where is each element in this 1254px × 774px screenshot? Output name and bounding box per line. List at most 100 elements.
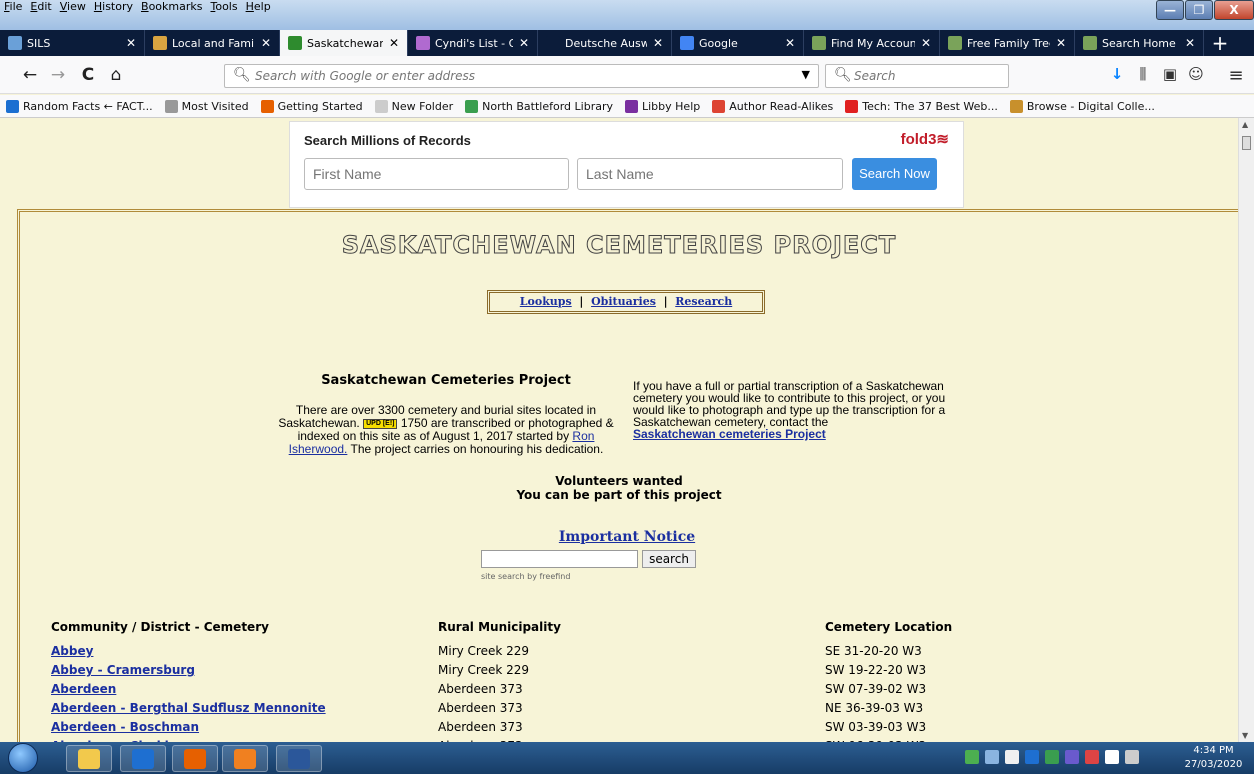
- close-icon[interactable]: ✕: [519, 36, 529, 50]
- home-button[interactable]: ⌂: [104, 64, 128, 86]
- search-bar[interactable]: 🔍︎: [825, 64, 1009, 88]
- tray-network-icon[interactable]: [965, 750, 979, 764]
- close-icon[interactable]: ✕: [261, 36, 271, 50]
- minimize-button[interactable]: —: [1156, 0, 1184, 20]
- browser-tab[interactable]: Cyndi's List - Ge ✕: [408, 30, 538, 56]
- bookmark-item[interactable]: Random Facts ← FACT...: [0, 99, 159, 113]
- cemetery-link[interactable]: Aberdeen: [51, 682, 116, 696]
- start-button[interactable]: [8, 743, 38, 773]
- browser-tab[interactable]: Google ✕: [672, 30, 804, 56]
- hamburger-menu-icon[interactable]: ≡: [1226, 65, 1246, 86]
- taskbar-pdf-button[interactable]: [222, 745, 268, 772]
- bookmark-icon: [164, 99, 178, 113]
- bookmark-item[interactable]: Author Read-Alikes: [706, 99, 839, 113]
- menu-help[interactable]: Help: [242, 0, 275, 14]
- tray-alert-icon[interactable]: [1085, 750, 1099, 764]
- forward-button[interactable]: →: [46, 64, 70, 86]
- close-icon[interactable]: ✕: [1185, 36, 1195, 50]
- bookmark-item[interactable]: New Folder: [369, 99, 459, 113]
- close-window-button[interactable]: X: [1214, 0, 1254, 20]
- taskbar-explorer-button[interactable]: [66, 745, 112, 772]
- new-tab-button[interactable]: +: [1204, 30, 1236, 56]
- browser-tab[interactable]: Find My Accoun ✕: [804, 30, 940, 56]
- important-notice-link[interactable]: Important Notice: [559, 529, 695, 545]
- tray-sync-icon[interactable]: [1045, 750, 1059, 764]
- cemetery-link[interactable]: Aberdeen - Boschman: [51, 720, 199, 734]
- chevron-down-icon[interactable]: ▼: [802, 68, 810, 81]
- url-input[interactable]: [255, 69, 775, 83]
- close-icon[interactable]: ✕: [653, 36, 663, 50]
- browser-tab[interactable]: Search Home — ✕: [1075, 30, 1204, 56]
- sidebar-icon[interactable]: ▣: [1160, 65, 1180, 83]
- menu-tools[interactable]: Tools: [206, 0, 241, 14]
- outlook-icon: [132, 749, 154, 769]
- menu-bookmarks[interactable]: Bookmarks: [137, 0, 206, 14]
- menu-edit[interactable]: Edit: [26, 0, 55, 14]
- url-bar[interactable]: 🔍︎ ▼: [224, 64, 819, 88]
- tray-outlook-icon[interactable]: [1025, 750, 1039, 764]
- download-icon[interactable]: ↓: [1107, 65, 1127, 83]
- close-icon[interactable]: ✕: [921, 36, 931, 50]
- close-icon[interactable]: ✕: [389, 36, 399, 50]
- volunteers-subheading: You can be part of this project: [516, 488, 722, 502]
- cemetery-link[interactable]: Abbey - Cramersburg: [51, 663, 195, 677]
- menu-history[interactable]: History: [90, 0, 137, 14]
- scroll-up-icon[interactable]: ▲: [1242, 120, 1248, 129]
- close-icon[interactable]: ✕: [126, 36, 136, 50]
- browser-tab[interactable]: Free Family Tree ✕: [940, 30, 1075, 56]
- taskbar-outlook-button[interactable]: [120, 745, 166, 772]
- bookmark-label: New Folder: [391, 99, 454, 113]
- bookmark-item[interactable]: North Battleford Library: [459, 99, 619, 113]
- tray-app-icon[interactable]: [1065, 750, 1079, 764]
- obituaries-link[interactable]: Obituaries: [591, 295, 656, 308]
- browser-tab[interactable]: Deutsche Auswande ✕: [538, 30, 672, 56]
- browser-tab[interactable]: Local and Famil ✕: [145, 30, 280, 56]
- scroll-down-icon[interactable]: ▼: [1242, 731, 1248, 740]
- close-icon[interactable]: ✕: [1056, 36, 1066, 50]
- reload-button[interactable]: C: [76, 64, 100, 86]
- fold3-logo[interactable]: fold3≋: [901, 130, 949, 148]
- bookmark-icon: [465, 99, 479, 113]
- library-icon[interactable]: ⫼: [1133, 65, 1153, 83]
- first-name-input[interactable]: [304, 158, 569, 190]
- tray-volume-icon[interactable]: [1125, 750, 1139, 764]
- last-name-input[interactable]: [577, 158, 843, 190]
- bookmark-item[interactable]: Tech: The 37 Best Web...: [839, 99, 1004, 113]
- browser-tab[interactable]: Saskatchewan C ✕: [280, 30, 408, 56]
- site-search-input[interactable]: [481, 550, 638, 568]
- maximize-button[interactable]: ❐: [1185, 0, 1213, 20]
- menu-file[interactable]: File: [0, 0, 26, 14]
- tray-flag-icon[interactable]: [1105, 750, 1119, 764]
- nav-separator: |: [579, 295, 584, 308]
- browser-tab[interactable]: SILS ✕: [0, 30, 145, 56]
- search-input[interactable]: [854, 69, 1004, 83]
- bookmark-item[interactable]: Getting Started: [255, 99, 369, 113]
- bookmark-item[interactable]: Libby Help: [619, 99, 706, 113]
- vertical-scrollbar[interactable]: ▲ ▼: [1238, 118, 1254, 742]
- research-link[interactable]: Research: [675, 295, 732, 308]
- cemetery-link[interactable]: Abbey: [51, 644, 93, 658]
- tab-title: Google: [699, 36, 738, 50]
- account-icon[interactable]: ☺: [1186, 65, 1206, 83]
- scroll-thumb[interactable]: [1242, 136, 1251, 150]
- close-icon[interactable]: ✕: [785, 36, 795, 50]
- clock[interactable]: 4:34 PM 27/03/2020: [1176, 744, 1251, 772]
- search-now-button[interactable]: Search Now: [852, 158, 937, 190]
- bookmark-label: North Battleford Library: [482, 99, 613, 113]
- back-button[interactable]: ←: [18, 64, 42, 86]
- cemetery-link[interactable]: Aberdeen - Bergthal Sudflusz Mennonite: [51, 701, 326, 715]
- tray-mail-icon[interactable]: [1005, 750, 1019, 764]
- bookmark-icon: [712, 99, 726, 113]
- bookmark-item[interactable]: Most Visited: [159, 99, 255, 113]
- taskbar-word-button[interactable]: [276, 745, 322, 772]
- taskbar-firefox-button[interactable]: [172, 745, 218, 772]
- site-search-button[interactable]: search: [642, 550, 696, 568]
- lookups-link[interactable]: Lookups: [520, 295, 572, 308]
- menu-view[interactable]: View: [56, 0, 90, 14]
- contact-project-link[interactable]: Saskatchewan cemeteries Project: [633, 427, 826, 441]
- bookmark-label: Most Visited: [181, 99, 249, 113]
- table-row: Abbey Miry Creek 229 SE 31-20-20 W3: [51, 644, 1051, 663]
- tab-title: Saskatchewan C: [307, 36, 383, 50]
- bookmark-item[interactable]: Browse - Digital Colle...: [1004, 99, 1161, 113]
- tray-people-icon[interactable]: [985, 750, 999, 764]
